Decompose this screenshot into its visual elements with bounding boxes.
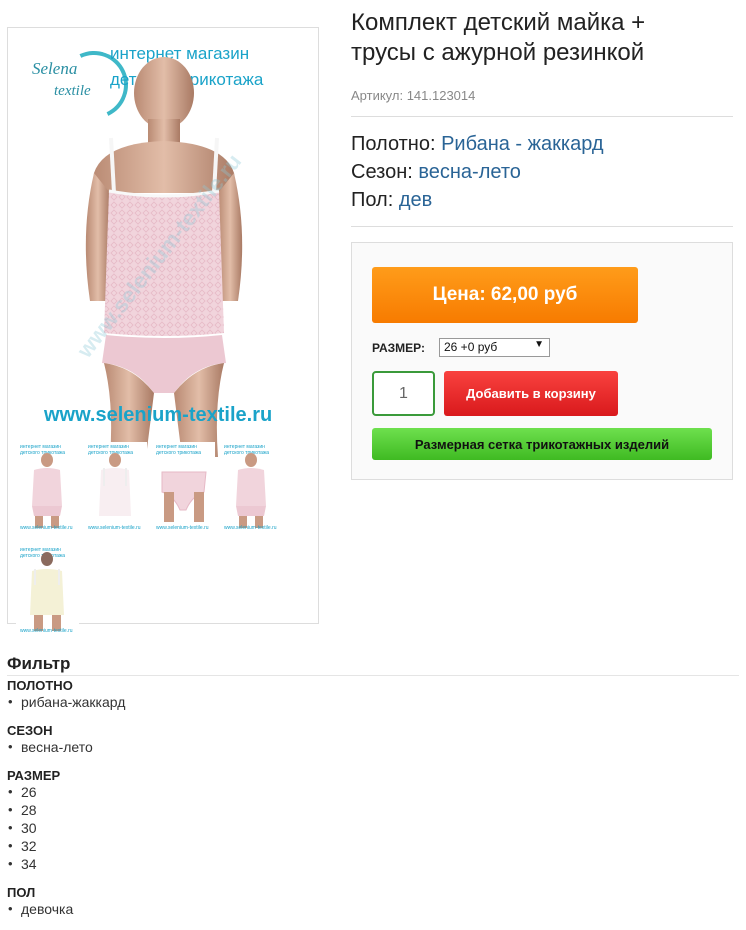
filter-group-gender: ПОЛ девочка (7, 885, 739, 918)
price-button[interactable]: Цена: 62,00 руб (372, 267, 638, 323)
thumbnail-set-pink-2[interactable]: интернет магазин детского трикотажа www.… (220, 442, 283, 534)
filter-group-season: СЕЗОН весна-лето (7, 723, 739, 756)
filter-option[interactable]: 32 (7, 837, 739, 855)
filter-group-title: РАЗМЕР (7, 768, 61, 783)
filter-group-title: ПОЛОТНО (7, 678, 73, 693)
property-fabric: Полотно: Рибана - жаккард (351, 133, 604, 155)
chevron-down-icon: ▼ (534, 339, 544, 350)
filter-option[interactable]: рибана-жаккард (7, 693, 739, 711)
shop-url: www.selenium-textile.ru (44, 404, 273, 426)
thumbnail-set-pink[interactable]: интернет магазин детского трикотажа www.… (16, 442, 79, 534)
thumbnail-set-cream[interactable]: интернет магазин детского трикотажа www.… (16, 545, 79, 637)
filter-group-fabric: ПОЛОТНО рибана-жаккард (7, 678, 739, 711)
filter-option[interactable]: 34 (7, 855, 739, 873)
product-gallery: Selena textile интернет магазин детского… (7, 27, 319, 637)
filter-group-title: СЕЗОН (7, 723, 53, 738)
purchase-box: Цена: 62,00 руб РАЗМЕР: 26 +0 руб ▼ 1 До… (351, 242, 733, 480)
size-chart-button[interactable]: Размерная сетка трикотажных изделий (372, 428, 712, 460)
divider (351, 116, 733, 117)
property-fabric-value[interactable]: Рибана - жаккард (441, 133, 603, 155)
property-gender: Пол: дев (351, 189, 433, 211)
property-gender-value[interactable]: дев (399, 189, 432, 211)
filter-option[interactable]: девочка (7, 900, 739, 918)
filter-group-title: ПОЛ (7, 885, 36, 900)
add-to-cart-button[interactable]: Добавить в корзину (444, 371, 618, 416)
filter-option[interactable]: 30 (7, 819, 739, 837)
quantity-input[interactable]: 1 (372, 371, 435, 416)
product-main-image[interactable]: Selena textile интернет магазин детского… (14, 33, 314, 457)
filter-option[interactable]: 28 (7, 801, 739, 819)
filter-panel: Фильтр ПОЛОТНО рибана-жаккард СЕЗОН весн… (7, 654, 739, 930)
thumbnail-briefs-pink[interactable]: интернет магазин детского трикотажа www.… (152, 442, 215, 534)
property-season: Сезон: весна-лето (351, 161, 521, 183)
property-season-value[interactable]: весна-лето (418, 161, 521, 183)
product-properties: Полотно: Рибана - жаккард Сезон: весна-л… (351, 130, 604, 214)
filter-group-size: РАЗМЕР 26 28 30 32 34 (7, 768, 739, 873)
thumbnail-top-white[interactable]: интернет магазин детского трикотажа www.… (84, 442, 147, 534)
filter-option[interactable]: 26 (7, 783, 739, 801)
product-sku: Артикул: 141.123014 (351, 88, 476, 103)
product-title: Комплект детский майка + трусы с ажурной… (351, 9, 646, 66)
filter-title: Фильтр (7, 654, 739, 676)
filter-option[interactable]: весна-лето (7, 738, 739, 756)
divider (351, 226, 733, 227)
size-select[interactable]: 26 +0 руб ▼ (439, 338, 550, 357)
size-label: РАЗМЕР: (372, 341, 425, 355)
